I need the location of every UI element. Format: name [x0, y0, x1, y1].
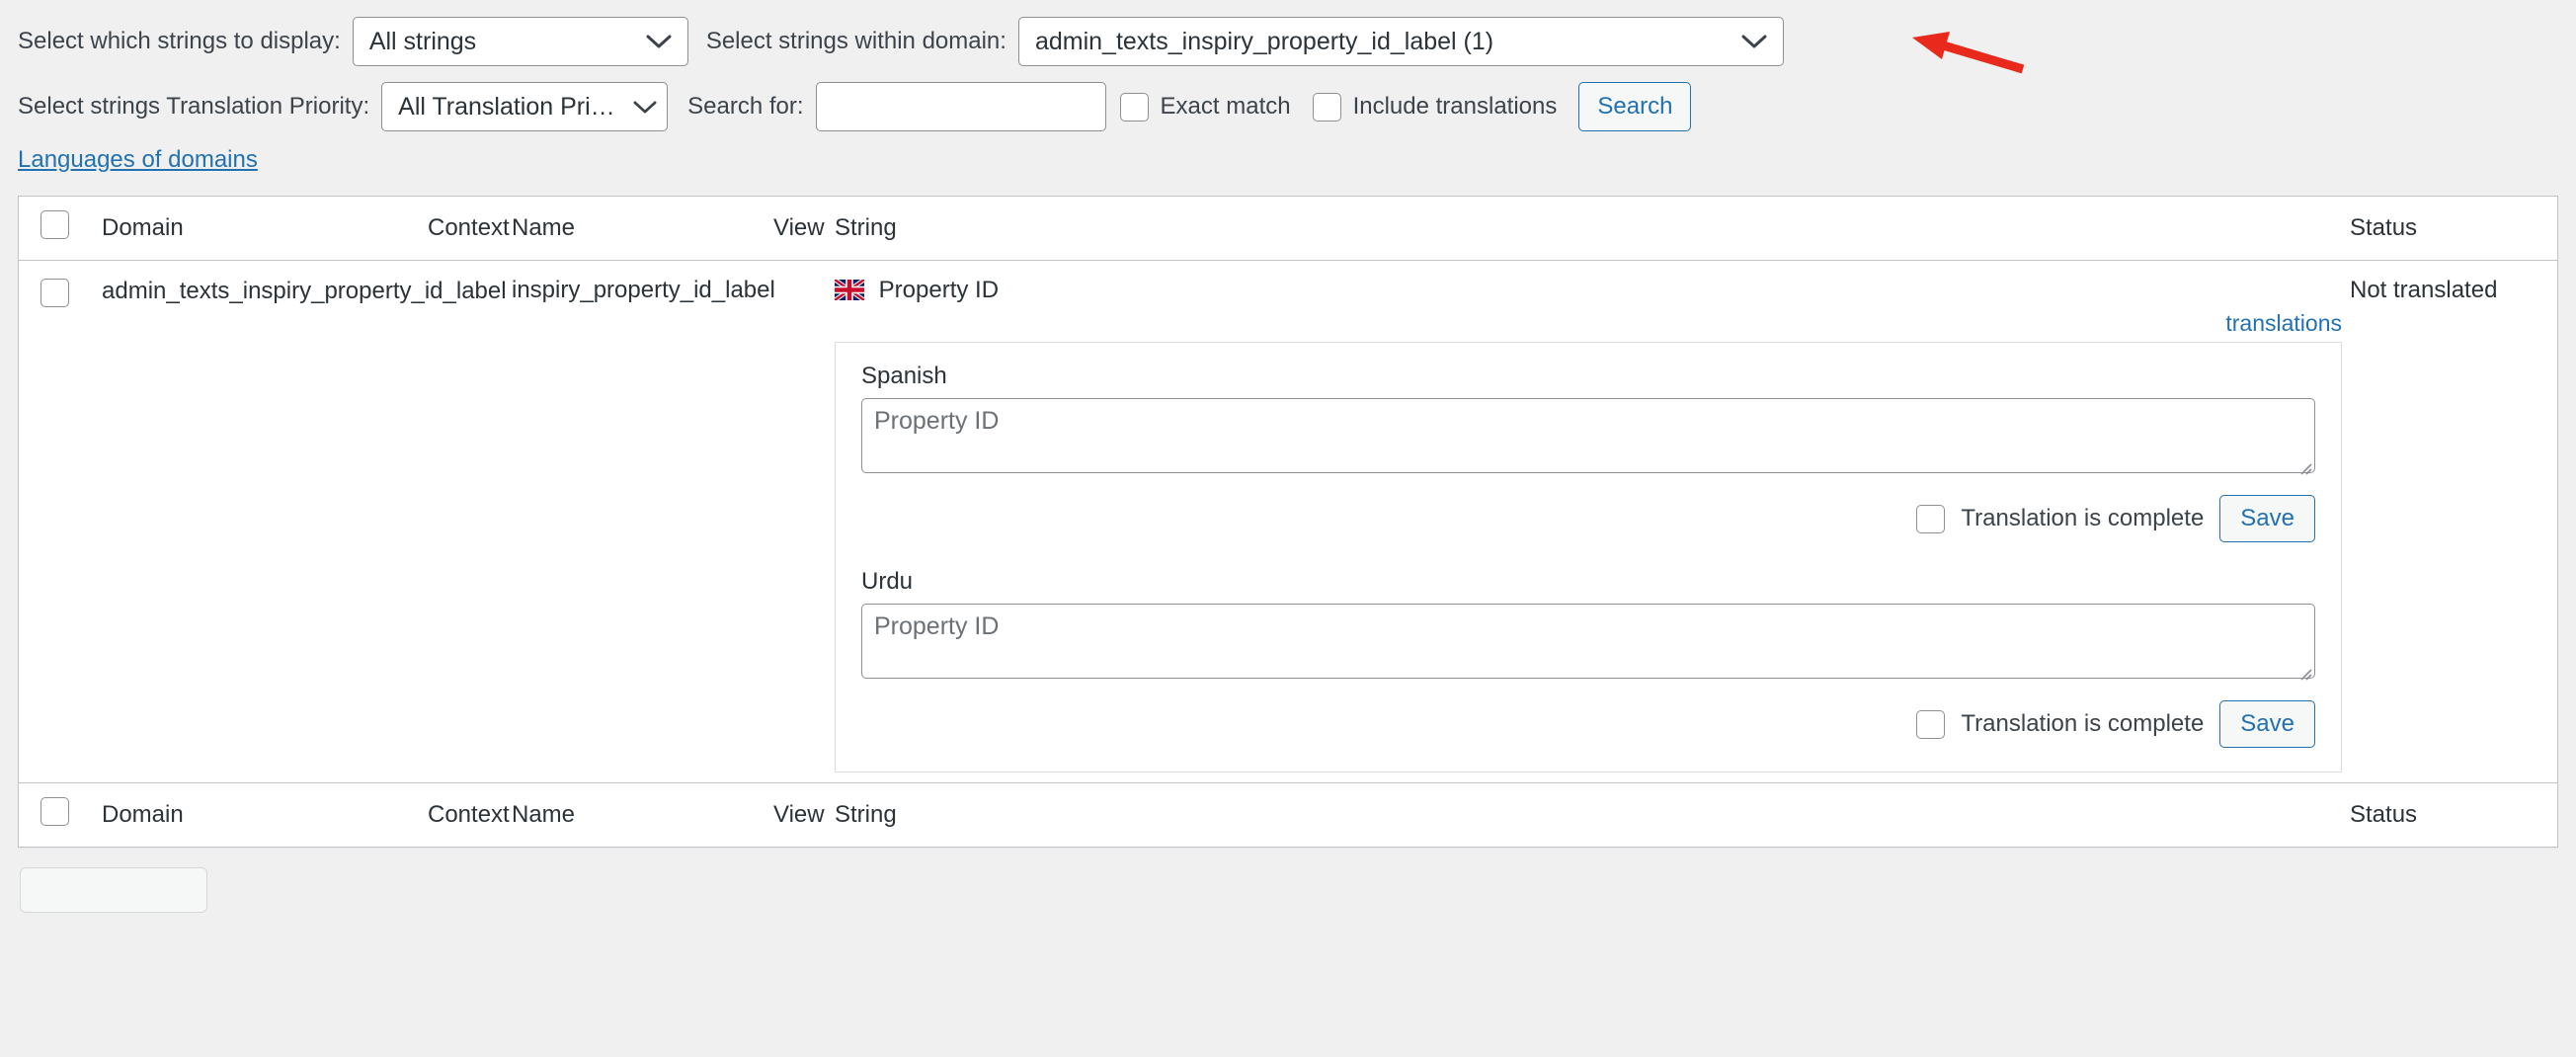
table-footer-row: Domain Context Name View String Status: [19, 782, 2557, 847]
exact-match-checkbox[interactable]: [1119, 92, 1149, 122]
row-string-cell: Property ID translations Spanish Propert…: [833, 261, 2350, 783]
translation-input-spanish[interactable]: [861, 398, 2315, 473]
translation-language-label: Spanish: [861, 363, 947, 389]
translation-actions-spanish: Translation is complete Save: [861, 495, 2315, 542]
display-filter-select[interactable]: All strings: [352, 17, 688, 66]
header-context[interactable]: Context: [428, 197, 512, 261]
translation-complete-label: Translation is complete: [1961, 505, 2205, 531]
filter-row-top: Select which strings to display: All str…: [18, 14, 2558, 69]
uk-flag-icon: [833, 278, 866, 302]
chevron-down-icon: [646, 34, 672, 49]
translation-complete-checkbox-urdu[interactable]: [1916, 709, 1946, 739]
select-all-checkbox-footer[interactable]: [40, 797, 69, 826]
table-body: admin_texts_inspiry_property_id_label in…: [19, 261, 2557, 783]
chevron-down-icon: [633, 100, 657, 115]
table-header: Domain Context Name View String Status: [19, 197, 2557, 261]
bulk-action-select[interactable]: [20, 867, 207, 913]
save-button-spanish[interactable]: Save: [2219, 495, 2315, 542]
filter-row-bottom: Select strings Translation Priority: All…: [18, 79, 2558, 134]
footer-context[interactable]: Context: [428, 782, 512, 847]
translations-panel: Spanish Tran: [835, 342, 2342, 772]
languages-of-domains-row: Languages of domains: [0, 144, 2576, 174]
filters-bar: Select which strings to display: All str…: [0, 0, 2576, 134]
save-button-urdu[interactable]: Save: [2219, 700, 2315, 748]
translation-input-wrapper: [861, 398, 2315, 475]
translations-toggle-link[interactable]: translations: [2225, 310, 2342, 336]
priority-filter-label: Select strings Translation Priority:: [18, 93, 370, 120]
header-view[interactable]: View: [773, 197, 835, 261]
priority-filter-select[interactable]: All Translation Priorities: [381, 82, 669, 131]
display-filter-value: All strings: [368, 27, 477, 55]
translations-link-row: translations: [835, 310, 2350, 338]
translation-input-wrapper: [861, 604, 2315, 681]
strings-table: Domain Context Name View String Status a…: [19, 197, 2557, 847]
chevron-down-icon: [1741, 34, 1767, 49]
footer-name[interactable]: Name: [512, 782, 773, 847]
translation-block-spanish: Spanish Tran: [861, 363, 2315, 542]
footer-string[interactable]: String: [835, 782, 2350, 847]
footer-domain[interactable]: Domain: [102, 782, 428, 847]
row-select-cell: [19, 261, 102, 783]
select-all-header: [19, 197, 102, 261]
table-row: admin_texts_inspiry_property_id_label in…: [19, 261, 2557, 783]
search-input[interactable]: [815, 82, 1106, 131]
row-view: [773, 261, 835, 783]
footer-view[interactable]: View: [773, 782, 835, 847]
include-translations-checkbox[interactable]: [1312, 92, 1341, 122]
row-context: [428, 261, 512, 783]
translation-actions-urdu: Translation is complete Save: [861, 700, 2315, 748]
row-original-string-line: Property ID: [833, 277, 2350, 304]
row-status: Not translated: [2350, 277, 2498, 303]
exact-match-label: Exact match: [1160, 93, 1291, 120]
footer-status[interactable]: Status: [2350, 782, 2557, 847]
select-all-footer: [19, 782, 102, 847]
domain-filter-select[interactable]: admin_texts_inspiry_property_id_label (1…: [1017, 17, 1784, 66]
translation-block-urdu: Urdu Transla: [861, 568, 2315, 748]
domain-filter-value: admin_texts_inspiry_property_id_label (1…: [1034, 27, 1494, 55]
display-filter-label: Select which strings to display:: [18, 28, 341, 54]
header-name[interactable]: Name: [512, 197, 773, 261]
translation-language-label: Urdu: [861, 568, 914, 595]
select-all-checkbox[interactable]: [40, 210, 69, 239]
languages-of-domains-link[interactable]: Languages of domains: [18, 146, 258, 173]
bulk-actions-bar: [20, 867, 2576, 913]
table-header-row: Domain Context Name View String Status: [19, 197, 2557, 261]
header-status[interactable]: Status: [2350, 197, 2557, 261]
priority-filter-value: All Translation Priorities: [398, 92, 624, 121]
header-string[interactable]: String: [835, 197, 2350, 261]
row-original-string: Property ID: [878, 277, 1000, 303]
row-name: inspiry_property_id_label: [512, 277, 775, 303]
search-button[interactable]: Search: [1578, 82, 1692, 131]
translation-input-urdu[interactable]: [861, 604, 2315, 679]
header-domain[interactable]: Domain: [102, 197, 428, 261]
translation-complete-checkbox-spanish[interactable]: [1916, 504, 1946, 533]
search-label: Search for:: [687, 93, 804, 120]
table-footer: Domain Context Name View String Status: [19, 782, 2557, 847]
domain-filter-label: Select strings within domain:: [705, 28, 1006, 54]
row-select-checkbox[interactable]: [40, 279, 69, 307]
row-domain: admin_texts_inspiry_property_id_label: [102, 278, 507, 304]
translation-complete-label: Translation is complete: [1961, 710, 2205, 737]
strings-table-container: Domain Context Name View String Status a…: [18, 196, 2558, 848]
include-translations-label: Include translations: [1352, 93, 1558, 120]
